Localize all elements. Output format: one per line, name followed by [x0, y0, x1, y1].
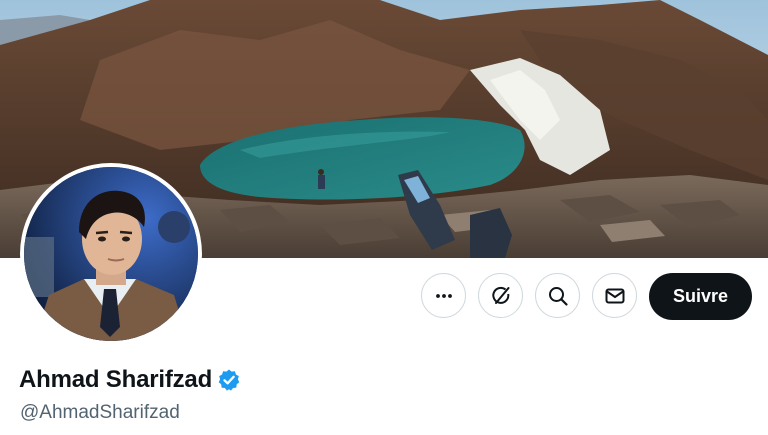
profile-actions: Suivre	[0, 273, 768, 320]
message-button[interactable]	[592, 273, 637, 318]
more-button[interactable]	[421, 273, 466, 318]
search-icon	[548, 286, 568, 306]
grok-icon	[491, 286, 509, 304]
search-button[interactable]	[535, 273, 580, 318]
more-horizontal-icon	[435, 293, 452, 298]
profile-name-row: Ahmad Sharifzad	[19, 366, 241, 394]
mail-icon	[605, 288, 624, 303]
follow-button[interactable]: Suivre	[649, 273, 752, 320]
display-name: Ahmad Sharifzad	[19, 366, 213, 393]
profile-handle: @AhmadSharifzad	[20, 402, 180, 423]
verified-badge-icon[interactable]	[217, 368, 241, 392]
grok-button[interactable]	[478, 273, 523, 318]
